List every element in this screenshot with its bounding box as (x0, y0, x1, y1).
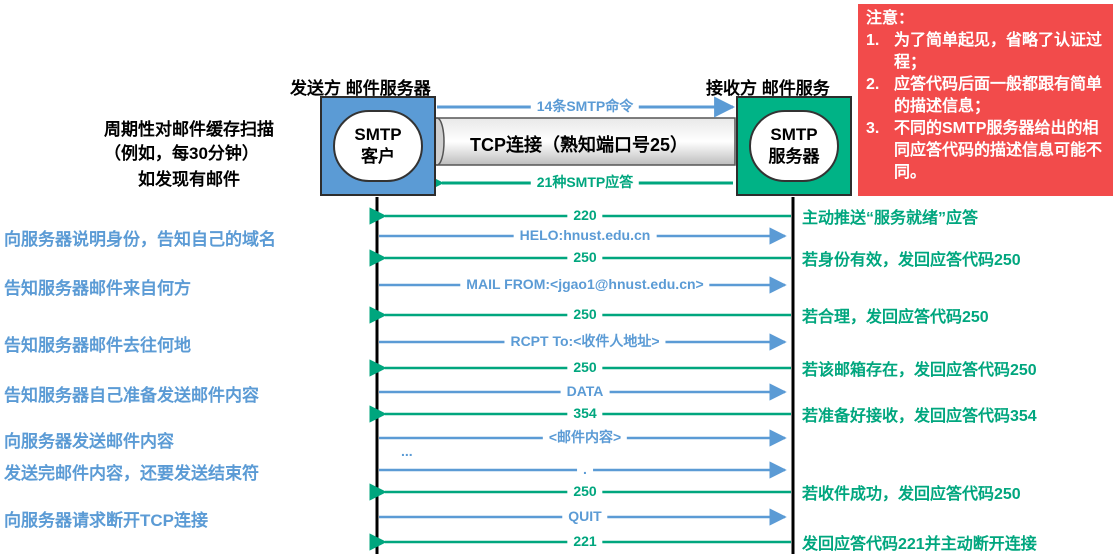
reply-code-label: 250 (567, 359, 603, 375)
tcp-pipe-label: TCP连接（熟知端口号25） (470, 135, 689, 155)
note-item-3: 3. 不同的SMTP服务器给出的相同应答代码的描述信息可能不同。 (866, 118, 1105, 184)
client-action-note: 告知服务器自己准备发送邮件内容 (4, 386, 259, 405)
client-action-note: 发送完邮件内容，还要发送结束符 (4, 464, 259, 483)
reply-code-label: 354 (567, 405, 603, 421)
client-action-note: 向服务器发送邮件内容 (4, 432, 174, 451)
command-label: HELO:hnust.edu.cn (513, 227, 657, 243)
reply-code-label: 250 (567, 306, 603, 322)
server-action-note: 发回应答代码221并主动断开连接 (802, 536, 1037, 553)
smtp-client: SMTP 客户 (333, 110, 423, 182)
note-item-1: 1. 为了简单起见，省略了认证过程； (866, 30, 1105, 74)
note-item-text: 应答代码后面一般都跟有简单的描述信息； (894, 76, 1103, 115)
server-action-note: 若合理，发回应答代码250 (802, 309, 989, 326)
server-box-line2: 服务器 (768, 147, 820, 166)
command-label: QUIT (562, 508, 608, 524)
server-box: SMTP 服务器 (736, 96, 852, 196)
reply-code-label: 220 (567, 207, 603, 223)
note-item-num: 2. (866, 76, 880, 93)
server-action-note: 主动推送“服务就绪”应答 (802, 210, 979, 227)
command-label: . (577, 461, 593, 477)
client-box-line1: SMTP (354, 125, 402, 144)
server-action-note: 若准备好接收，发回应答代码354 (802, 408, 1037, 425)
command-label: <邮件内容> (542, 429, 628, 445)
attention-note: 注意： 1. 为了简单起见，省略了认证过程； 2. 应答代码后面一般都跟有简单的… (858, 4, 1113, 196)
reply-code-label: 221 (567, 533, 603, 549)
server-action-note: 若该邮箱存在，发回应答代码250 (802, 362, 1037, 379)
note-item-2: 2. 应答代码后面一般都跟有简单的描述信息； (866, 74, 1105, 118)
command-label: ... (395, 443, 419, 459)
smtp-server: SMTP 服务器 (749, 110, 839, 182)
command-label: DATA (560, 383, 610, 399)
client-box: SMTP 客户 (320, 96, 436, 196)
server-box-line1: SMTP (770, 125, 818, 144)
client-box-line2: 客户 (361, 147, 395, 166)
note-title: 注意： (866, 10, 915, 27)
note-item-num: 3. (866, 120, 880, 137)
commands-label: 14条SMTP命令 (530, 98, 640, 114)
server-action-note: 若收件成功，发回应答代码250 (802, 486, 1021, 503)
replies-label: 21种SMTP应答 (530, 174, 640, 190)
server-action-note: 若身份有效，发回应答代码250 (802, 252, 1021, 269)
client-action-note: 向服务器说明身份，告知自己的域名 (4, 230, 276, 249)
command-label: MAIL FROM:<jgao1@hnust.edu.cn> (460, 276, 710, 292)
note-item-text: 为了简单起见，省略了认证过程； (894, 32, 1103, 71)
client-action-note: 告知服务器邮件去往何地 (4, 336, 191, 355)
reply-code-label: 250 (567, 249, 603, 265)
note-item-text: 不同的SMTP服务器给出的相同应答代码的描述信息可能不同。 (894, 120, 1103, 181)
command-label: RCPT To:<收件人地址> (504, 333, 666, 349)
note-item-num: 1. (866, 32, 880, 49)
client-action-note: 向服务器请求断开TCP连接 (4, 511, 208, 530)
client-action-note: 告知服务器邮件来自何方 (4, 279, 191, 298)
reply-code-label: 250 (567, 483, 603, 499)
